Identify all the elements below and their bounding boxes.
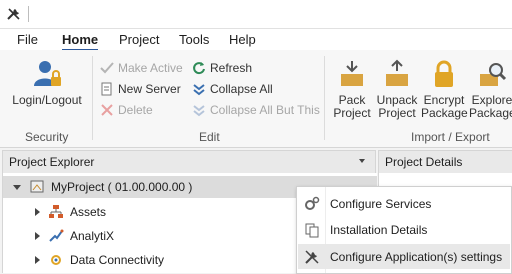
- import-export-group-label: Import / Export: [411, 130, 490, 144]
- configure-application-settings-item[interactable]: Configure Application(s) settings: [298, 244, 510, 269]
- pack-label-2: Project: [333, 106, 371, 120]
- copy-documents-icon: [305, 223, 319, 237]
- explore-magnifier-icon: [480, 63, 507, 86]
- document-icon: [101, 82, 112, 96]
- group-divider: [92, 56, 93, 140]
- tree-item-label: Data Connectivity: [70, 253, 165, 267]
- project-details-header: Project Details: [378, 150, 512, 174]
- title-bar: [0, 0, 512, 29]
- explore-package-button[interactable]: Explore Package: [469, 58, 512, 120]
- user-lock-icon: [34, 61, 61, 86]
- installation-details-label: Installation Details: [330, 222, 428, 237]
- new-server-button[interactable]: New Server: [100, 82, 181, 96]
- menu-help[interactable]: Help: [229, 32, 256, 47]
- unpack-box-icon: [386, 59, 408, 86]
- installation-details-item[interactable]: Installation Details: [298, 217, 510, 242]
- pack-box-icon: [341, 61, 363, 86]
- tree-root-label: MyProject ( 01.00.000.00 ): [51, 180, 193, 194]
- ribbon: Login/Logout Security Make Active New Se…: [0, 50, 512, 148]
- check-icon: [100, 62, 114, 74]
- collapse-all-button[interactable]: Collapse All: [192, 82, 273, 96]
- tree-item-assets[interactable]: Assets: [3, 201, 303, 223]
- lock-icon: [435, 60, 453, 87]
- delete-label: Delete: [118, 103, 153, 117]
- encrypt-label-2: Package: [421, 106, 468, 120]
- refresh-label: Refresh: [210, 61, 253, 75]
- unpack-label-1: Unpack: [376, 93, 418, 107]
- menu-home[interactable]: Home: [62, 32, 99, 51]
- new-server-label: New Server: [118, 82, 181, 96]
- expand-toggle-icon[interactable]: [35, 256, 40, 264]
- login-logout-button[interactable]: Login/Logout: [8, 58, 86, 107]
- refresh-button[interactable]: Refresh: [192, 61, 252, 75]
- project-explorer-header: Project Explorer: [2, 150, 376, 174]
- delete-button[interactable]: Delete: [100, 103, 153, 117]
- group-divider: [324, 56, 325, 140]
- explore-label-2: Package: [469, 106, 512, 120]
- tree-item-label: Assets: [70, 205, 107, 219]
- collapse-all-label: Collapse All: [210, 82, 273, 96]
- tree-item-data-connectivity[interactable]: Data Connectivity: [3, 249, 303, 271]
- collapse-icon: [193, 105, 205, 117]
- encrypt-package-button[interactable]: Encrypt Package: [421, 58, 468, 120]
- project-details-title: Project Details: [385, 155, 463, 169]
- menu-file[interactable]: File: [17, 32, 38, 47]
- wrench-icon: [305, 249, 319, 264]
- configure-services-label: Configure Services: [330, 196, 432, 211]
- collapse-all-but-this-button[interactable]: Collapse All But This: [192, 103, 320, 117]
- pack-label-1: Pack: [338, 93, 366, 107]
- unpack-label-2: Project: [378, 106, 416, 120]
- assets-icon: [49, 205, 63, 218]
- context-menu: Configure Services Installation Details …: [296, 186, 512, 274]
- unpack-project-button[interactable]: Unpack Project: [375, 58, 419, 120]
- collapse-icon: [193, 84, 205, 96]
- delete-x-icon: [101, 104, 113, 116]
- tools-icon[interactable]: [6, 6, 22, 22]
- expand-toggle-icon[interactable]: [13, 184, 21, 190]
- edit-group-label: Edit: [199, 130, 220, 144]
- menu-bar: File Home Project Tools Help: [0, 29, 512, 51]
- gears-icon: [305, 196, 320, 210]
- menu-project[interactable]: Project: [119, 32, 159, 47]
- tree-item-label: AnalytiX: [70, 229, 115, 243]
- make-active-label: Make Active: [118, 61, 183, 75]
- project-explorer-title: Project Explorer: [9, 155, 95, 169]
- refresh-icon: [193, 62, 205, 75]
- title-separator: [28, 6, 29, 22]
- configure-application-settings-label: Configure Application(s) settings: [330, 249, 503, 264]
- project-icon: [30, 180, 44, 193]
- expand-toggle-icon[interactable]: [35, 232, 40, 240]
- data-connectivity-icon: [51, 255, 61, 265]
- configure-services-item[interactable]: Configure Services: [298, 191, 510, 216]
- collapse-all-but-this-label: Collapse All But This: [210, 103, 320, 117]
- pack-project-button[interactable]: Pack Project: [331, 58, 373, 120]
- explore-label-1: Explore: [471, 93, 512, 107]
- make-active-button[interactable]: Make Active: [100, 61, 183, 75]
- panel-dropdown-icon[interactable]: [359, 159, 365, 163]
- encrypt-label-1: Encrypt: [423, 93, 465, 107]
- analytix-icon: [49, 229, 64, 242]
- tree-item-analytix[interactable]: AnalytiX: [3, 225, 303, 247]
- login-logout-label: Login/Logout: [12, 93, 82, 107]
- expand-toggle-icon[interactable]: [35, 208, 40, 216]
- security-group-label: Security: [25, 130, 69, 144]
- menu-tools[interactable]: Tools: [179, 32, 209, 47]
